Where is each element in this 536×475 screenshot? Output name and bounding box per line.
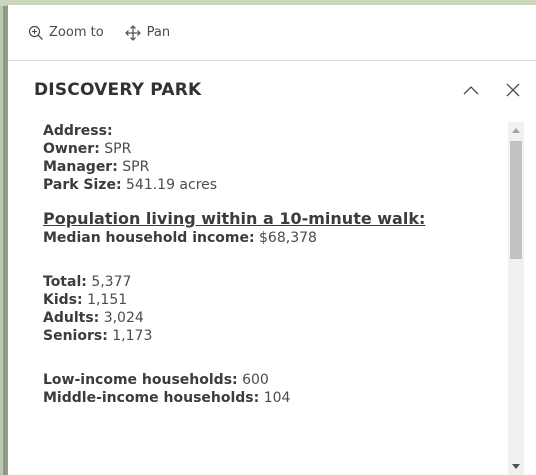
kids-row: Kids: 1,151 bbox=[43, 291, 512, 309]
park-size-value: 541.19 acres bbox=[126, 177, 218, 193]
manager-row: Manager: SPR bbox=[43, 158, 512, 176]
zoom-to-label: Zoom to bbox=[49, 25, 104, 40]
scroll-up-button[interactable] bbox=[508, 122, 524, 138]
popup-panel: Zoom to Pan DISCOVERY PARK Address: Owne… bbox=[7, 5, 536, 475]
total-value: 5,377 bbox=[91, 274, 132, 290]
adults-label: Adults: bbox=[43, 310, 100, 326]
scroll-up-arrow-icon bbox=[512, 128, 520, 133]
adults-row: Adults: 3,024 bbox=[43, 309, 512, 327]
middle-income-value: 104 bbox=[263, 390, 291, 406]
scroll-down-arrow-icon bbox=[512, 464, 520, 469]
total-row: Total: 5,377 bbox=[43, 273, 512, 291]
address-row: Address: bbox=[43, 122, 512, 140]
seniors-row: Seniors: 1,173 bbox=[43, 327, 512, 345]
manager-value: SPR bbox=[122, 159, 150, 175]
chevron-up-icon bbox=[463, 86, 479, 95]
total-label: Total: bbox=[43, 274, 87, 290]
middle-income-label: Middle-income households: bbox=[43, 390, 260, 406]
low-income-label: Low-income households: bbox=[43, 372, 238, 388]
owner-value: SPR bbox=[104, 141, 132, 157]
vertical-scrollbar[interactable] bbox=[508, 122, 524, 475]
popup-content: Address: Owner: SPR Manager: SPR Park Si… bbox=[8, 119, 512, 475]
close-button[interactable] bbox=[502, 79, 524, 101]
popup-header-actions bbox=[440, 79, 524, 101]
zoom-in-icon bbox=[28, 25, 43, 40]
population-heading: Population living within a 10-minute wal… bbox=[43, 209, 426, 228]
owner-label: Owner: bbox=[43, 141, 100, 157]
address-label: Address: bbox=[43, 123, 113, 139]
manager-label: Manager: bbox=[43, 159, 118, 175]
seniors-value: 1,173 bbox=[112, 328, 153, 344]
pan-button[interactable]: Pan bbox=[124, 24, 170, 42]
popup-content-area[interactable]: Address: Owner: SPR Manager: SPR Park Si… bbox=[8, 119, 536, 475]
adults-value: 3,024 bbox=[103, 310, 144, 326]
income-row: Median household income: $68,378 bbox=[43, 229, 512, 247]
park-size-row: Park Size: 541.19 acres bbox=[43, 176, 512, 194]
income-value: $68,378 bbox=[259, 230, 317, 246]
owner-row: Owner: SPR bbox=[43, 140, 512, 158]
popup-header: DISCOVERY PARK bbox=[8, 61, 536, 119]
low-income-value: 600 bbox=[242, 372, 269, 388]
pan-label: Pan bbox=[146, 25, 171, 40]
collapse-button[interactable] bbox=[460, 79, 482, 101]
close-icon bbox=[506, 83, 520, 97]
popup-toolbar: Zoom to Pan bbox=[8, 5, 536, 61]
pan-icon bbox=[124, 24, 141, 41]
kids-value: 1,151 bbox=[87, 292, 128, 308]
low-income-row: Low-income households: 600 bbox=[43, 371, 512, 389]
middle-income-row: Middle-income households: 104 bbox=[43, 389, 512, 407]
popup-title: DISCOVERY PARK bbox=[34, 80, 202, 100]
kids-label: Kids: bbox=[43, 292, 83, 308]
park-size-label: Park Size: bbox=[43, 177, 122, 193]
scroll-down-button[interactable] bbox=[508, 459, 524, 475]
scroll-thumb[interactable] bbox=[510, 141, 522, 259]
seniors-label: Seniors: bbox=[43, 328, 108, 344]
income-label: Median household income: bbox=[43, 230, 255, 246]
zoom-to-button[interactable]: Zoom to bbox=[28, 25, 104, 41]
